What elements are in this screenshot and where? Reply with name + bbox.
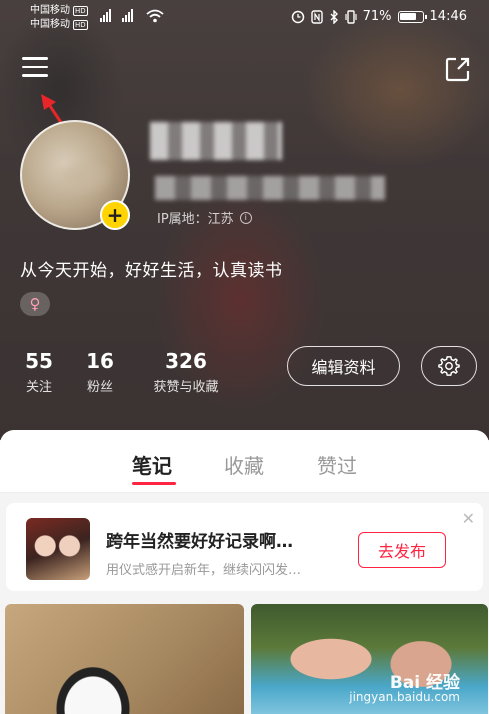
share-icon[interactable] [445, 56, 471, 82]
info-icon[interactable]: i [239, 211, 252, 224]
close-icon[interactable]: ✕ [462, 509, 475, 528]
gear-icon [438, 356, 460, 376]
menu-icon[interactable] [22, 57, 48, 79]
watermark-url: jingyan.baidu.com [349, 690, 460, 704]
carrier-2: 中国移动 [30, 19, 70, 30]
signal-icon [100, 8, 111, 22]
ip-location: IP属地：江苏 i [157, 208, 252, 227]
user-id-redacted [155, 176, 385, 200]
watermark-brand: Bai 经验 [389, 673, 460, 693]
stat-following[interactable]: 55 关注 [22, 348, 56, 398]
tab-collections[interactable]: 收藏 [224, 450, 264, 479]
publish-button[interactable]: 去发布 [358, 532, 446, 568]
bluetooth-icon [330, 9, 338, 24]
avatar-add-button[interactable]: + [100, 200, 130, 230]
stat-value: 16 [86, 349, 114, 373]
active-tab-indicator [132, 482, 176, 485]
stat-label: 粉丝 [86, 380, 113, 395]
promo-thumbnail [26, 518, 90, 580]
username-redacted [150, 122, 282, 160]
signal-icon [122, 8, 133, 22]
tab-liked[interactable]: 赞过 [317, 450, 357, 479]
publish-promo-card[interactable]: 跨年当然要好好记录啊… 用仪式感开启新年，继续闪闪发… 去发布 ✕ [6, 503, 483, 591]
stat-label: 关注 [25, 380, 52, 395]
profile-tabs: 笔记 收藏 赞过 [0, 430, 489, 492]
status-bar: 中国移动 HD 中国移动 HD 71% 14:46 [0, 0, 489, 38]
battery-icon [397, 10, 427, 23]
note-card[interactable]: Bai 经验 jingyan.baidu.com [251, 604, 488, 714]
gender-female-icon: ♀ [20, 292, 50, 316]
alarm-icon [291, 10, 304, 23]
hd-badge: HD [73, 6, 88, 16]
battery-percent: 71% [362, 9, 392, 24]
wifi-icon [146, 9, 164, 23]
hd-badge: HD [73, 20, 88, 30]
stat-value: 55 [25, 349, 53, 373]
promo-title: 跨年当然要好好记录啊… [106, 532, 293, 552]
carrier-info: 中国移动 HD 中国移动 HD [30, 4, 88, 32]
status-right: 71% 14:46 [291, 9, 467, 24]
settings-button[interactable] [421, 346, 477, 386]
note-card[interactable] [5, 604, 244, 714]
tab-notes[interactable]: 笔记 [132, 450, 172, 479]
content-panel: 笔记 收藏 赞过 跨年当然要好好记录啊… 用仪式感开启新年，继续闪闪发… 去发布… [0, 430, 489, 714]
user-bio: 从今天开始，好好生活，认真读书 [20, 261, 283, 281]
nfc-icon [310, 9, 323, 24]
promo-subtitle: 用仪式感开启新年，继续闪闪发… [106, 563, 302, 578]
stat-label: 获赞与收藏 [153, 380, 219, 395]
notes-feed: 跨年当然要好好记录啊… 用仪式感开启新年，继续闪闪发… 去发布 ✕ Bai 经验… [0, 493, 489, 714]
clock-time: 14:46 [429, 9, 467, 24]
carrier-1: 中国移动 [30, 5, 70, 16]
stat-followers[interactable]: 16 粉丝 [83, 348, 117, 398]
edit-profile-button[interactable]: 编辑资料 [287, 346, 400, 386]
ip-location-text: IP属地：江苏 [157, 212, 234, 227]
vibrate-icon [345, 9, 357, 24]
stat-likes-collects[interactable]: 326 获赞与收藏 [143, 348, 229, 398]
watermark: Bai 经验 jingyan.baidu.com [349, 673, 460, 705]
stat-value: 326 [165, 349, 207, 373]
